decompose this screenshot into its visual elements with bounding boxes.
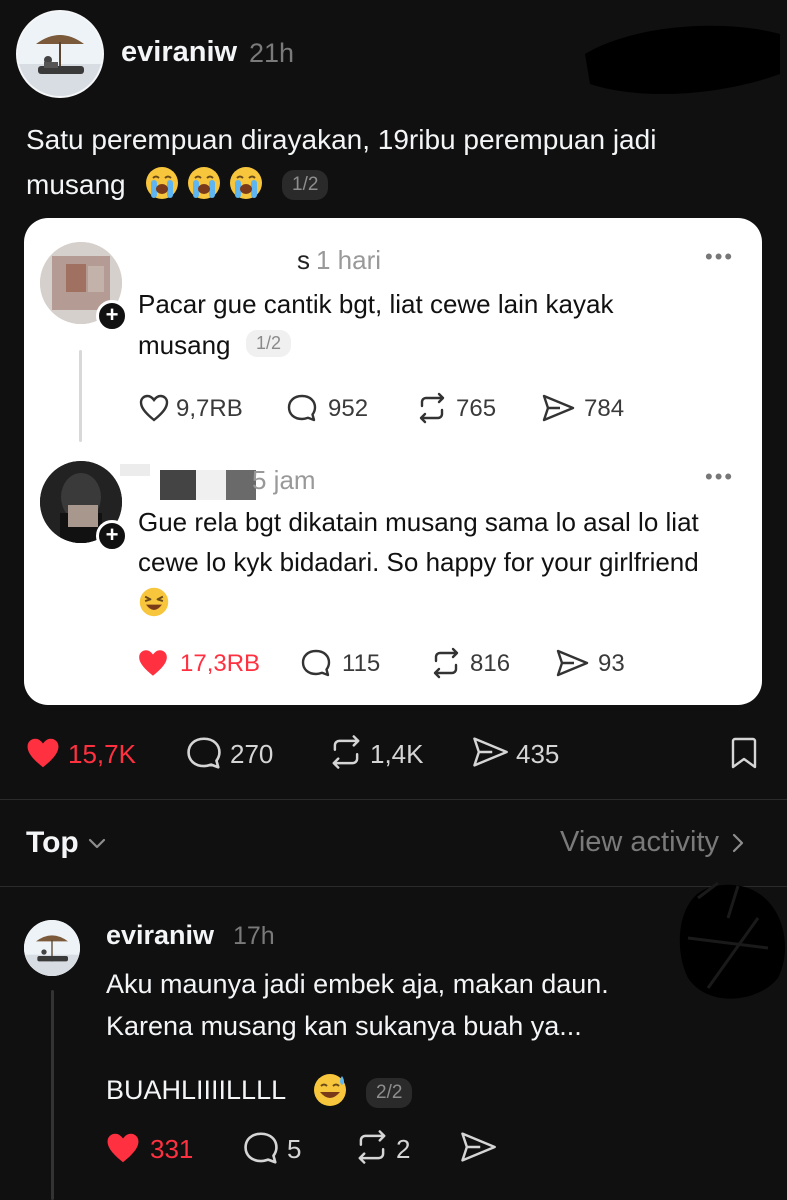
reply-pager-badge: 2/2 [366, 1078, 413, 1108]
reply-reposts: 2 [396, 1134, 411, 1164]
redaction-scribble [585, 25, 780, 95]
post-time: 21h [249, 38, 295, 68]
sort-dropdown[interactable]: Top [26, 826, 107, 860]
quote-second-reposts: 816 [470, 650, 511, 677]
repost-icon[interactable] [414, 392, 450, 424]
thread-line [79, 350, 82, 442]
quote-second-shares: 93 [598, 650, 625, 677]
redacted-name [120, 464, 260, 500]
repost-icon[interactable] [352, 1129, 392, 1165]
view-activity-label: View activity [560, 826, 720, 858]
quote-first-replies: 952 [328, 395, 369, 422]
heart-filled-icon[interactable] [136, 647, 170, 679]
bookmark-icon[interactable] [730, 736, 758, 770]
crying-emojis [144, 165, 264, 201]
loudly-crying-face-icon [146, 167, 178, 199]
share-icon[interactable] [554, 648, 590, 678]
loudly-crying-face-icon [188, 167, 220, 199]
redaction-scribble [679, 881, 786, 999]
repost-icon[interactable] [428, 647, 464, 679]
laughing-face-icon [139, 587, 169, 617]
quote-second-replies: 115 [342, 650, 381, 677]
quote-second-time: 5 jam [252, 465, 316, 495]
reply-text-line3: BUAHLIIIILLLL [106, 1075, 287, 1105]
quote-first-text-line2: musang [138, 330, 231, 360]
quote-first-shares: 784 [584, 395, 625, 422]
reply-replies: 5 [287, 1134, 302, 1164]
comment-icon[interactable] [286, 393, 318, 423]
more-options-icon[interactable]: ••• [705, 244, 734, 270]
post-text-line2: musang [26, 169, 126, 200]
post-reposts: 1,4K [370, 739, 424, 769]
more-options-icon[interactable]: ••• [705, 464, 734, 490]
thread-line [51, 990, 54, 1200]
avatar[interactable] [24, 920, 80, 976]
comment-icon[interactable] [300, 648, 332, 678]
comment-icon[interactable] [185, 735, 223, 771]
quote-first-time: 1 hari [316, 245, 382, 275]
redacted-name [283, 244, 297, 272]
post-shares: 435 [516, 739, 560, 769]
post-text-line1: Satu perempuan dirayakan, 19ribu perempu… [26, 124, 657, 155]
post-likes: 15,7K [68, 739, 136, 769]
quote-first-username[interactable]: s [297, 245, 310, 276]
quote-first-likes: 9,7RB [176, 395, 243, 422]
reply-time: 17h [233, 922, 275, 950]
chevron-right-icon [732, 833, 744, 852]
post-pager-badge: 1/2 [282, 170, 329, 200]
divider [0, 799, 787, 800]
reply-likes: 331 [150, 1134, 194, 1164]
quote-second-text-line1: Gue rela bgt dikatain musang sama lo asa… [138, 507, 699, 537]
avatar[interactable] [16, 10, 104, 98]
reply-text-line2: Karena musang kan sukanya buah ya... [106, 1011, 582, 1041]
heart-icon[interactable] [138, 393, 170, 423]
post-username[interactable]: eviraniw [121, 36, 237, 69]
share-icon[interactable] [540, 393, 576, 423]
follow-plus-icon[interactable]: + [96, 300, 128, 332]
comment-icon[interactable] [242, 1130, 280, 1166]
sort-label: Top [26, 826, 79, 859]
heart-filled-icon[interactable] [104, 1130, 142, 1166]
follow-plus-icon[interactable]: + [96, 520, 128, 552]
share-icon[interactable] [470, 735, 510, 769]
heart-filled-icon[interactable] [24, 735, 62, 771]
quote-first-reposts: 765 [456, 395, 497, 422]
quote-first-text-line1: Pacar gue cantik bgt, liat cewe lain kay… [138, 289, 614, 319]
quote-second-likes: 17,3RB [180, 650, 261, 677]
reply-text-line1: Aku maunya jadi embek aja, makan daun. [106, 969, 609, 999]
post-replies: 270 [230, 739, 274, 769]
quote-first-pager-badge: 1/2 [246, 330, 292, 357]
quote-second-text-line2: cewe lo kyk bidadari. So happy for your … [138, 547, 699, 577]
share-icon[interactable] [458, 1130, 498, 1164]
grinning-sweat-face-icon [314, 1074, 346, 1106]
loudly-crying-face-icon [230, 167, 262, 199]
chevron-down-icon [88, 838, 105, 849]
reply-username[interactable]: eviraniw [106, 920, 214, 951]
view-activity-link[interactable]: View activity [560, 826, 745, 859]
repost-icon[interactable] [326, 734, 366, 770]
